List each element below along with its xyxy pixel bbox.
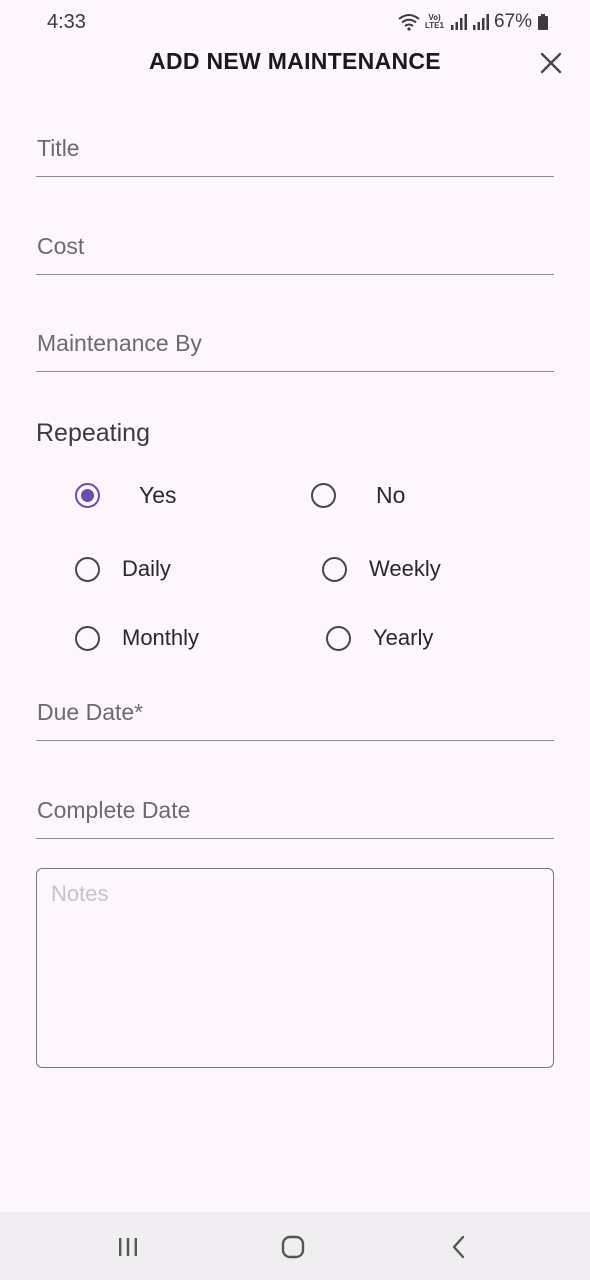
cost-field-label: Cost — [37, 233, 85, 259]
battery-icon — [538, 14, 548, 30]
recent-apps-button[interactable] — [113, 1234, 143, 1260]
frequency-daily-radio[interactable]: Daily — [75, 556, 171, 582]
frequency-yearly-radio[interactable]: Yearly — [326, 625, 433, 651]
page-title: ADD NEW MAINTENANCE — [149, 48, 441, 74]
notes-box[interactable] — [36, 868, 554, 1068]
status-time: 4:33 — [47, 11, 86, 33]
lte-badge: Vo) LTE1 — [425, 14, 444, 30]
status-bar: 4:33 Vo) LTE1 67% — [0, 0, 590, 44]
complete-date-field[interactable]: Complete Date — [36, 787, 554, 839]
radio-unselected-icon — [326, 625, 351, 651]
radio-unselected-icon — [75, 556, 100, 582]
title-field-label: Title — [37, 135, 80, 161]
repeating-yes-radio[interactable]: Yes — [75, 482, 177, 509]
title-field[interactable]: Title — [36, 125, 554, 177]
frequency-yearly-label: Yearly — [373, 625, 434, 650]
wifi-icon — [398, 14, 420, 31]
frequency-monthly-radio[interactable]: Monthly — [75, 625, 199, 651]
home-button[interactable] — [278, 1234, 308, 1260]
back-icon — [452, 1235, 465, 1259]
radio-unselected-icon — [322, 556, 347, 582]
recent-apps-icon — [119, 1238, 137, 1256]
close-icon — [540, 52, 562, 74]
frequency-daily-label: Daily — [122, 556, 171, 581]
frequency-weekly-radio[interactable]: Weekly — [322, 556, 441, 582]
frequency-weekly-label: Weekly — [369, 556, 441, 581]
repeating-yes-label: Yes — [139, 482, 177, 508]
cost-field[interactable]: Cost — [36, 223, 554, 275]
lte-bottom-label: LTE1 — [425, 21, 444, 30]
close-button[interactable] — [536, 48, 566, 78]
repeating-label: Repeating — [36, 419, 150, 447]
due-date-field[interactable]: Due Date* — [36, 689, 554, 741]
radio-unselected-icon — [311, 483, 336, 508]
frequency-monthly-label: Monthly — [122, 625, 200, 650]
repeating-no-label: No — [376, 482, 406, 508]
signal-icon — [450, 14, 467, 30]
maintenance-by-field-label: Maintenance By — [37, 330, 202, 356]
system-nav-bar — [0, 1212, 590, 1280]
home-icon — [281, 1235, 305, 1259]
status-icons: Vo) LTE1 67% — [397, 11, 548, 33]
repeating-no-radio[interactable]: No — [311, 482, 405, 509]
app-header: ADD NEW MAINTENANCE — [0, 44, 590, 84]
notes-input[interactable] — [51, 881, 539, 1055]
radio-selected-icon — [75, 483, 100, 508]
back-button[interactable] — [444, 1234, 474, 1260]
radio-unselected-icon — [75, 625, 100, 651]
due-date-field-label: Due Date* — [37, 699, 144, 725]
complete-date-field-label: Complete Date — [37, 797, 191, 823]
maintenance-by-field[interactable]: Maintenance By — [36, 320, 554, 372]
battery-percent: 67% — [493, 11, 532, 32]
signal-icon — [472, 14, 489, 30]
